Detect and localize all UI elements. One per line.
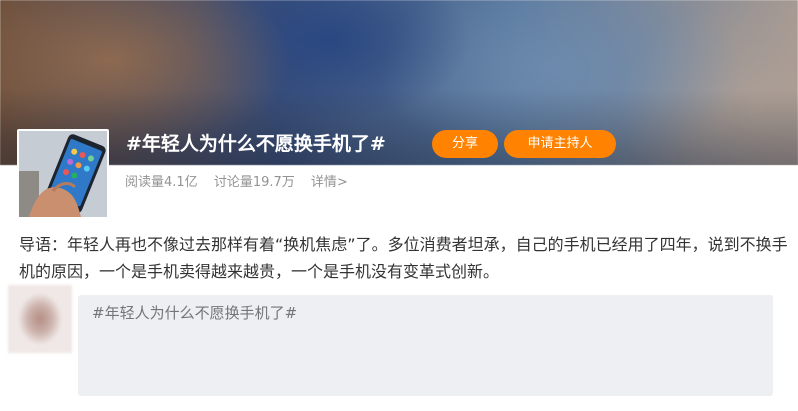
topic-title: #年轻人为什么不愿换手机了# bbox=[126, 133, 386, 155]
topic-stats: 阅读量4.1亿 讨论量19.7万 详情> bbox=[125, 173, 360, 193]
discussion-count: 讨论量19.7万 bbox=[213, 175, 295, 190]
share-button[interactable]: 分享 bbox=[432, 130, 498, 158]
phone-in-hand-icon bbox=[19, 131, 107, 217]
read-count: 阅读量4.1亿 bbox=[125, 175, 198, 190]
topic-intro: 导语：年轻人再也不像过去那样有着“换机焦虑”了。多位消费者坦承，自己的手机已经用… bbox=[19, 235, 788, 281]
apply-host-button[interactable]: 申请主持人 bbox=[504, 130, 616, 158]
user-avatar bbox=[8, 285, 72, 353]
banner-shade bbox=[0, 90, 798, 165]
topic-cover-image bbox=[17, 129, 109, 219]
post-composer-input[interactable]: #年轻人为什么不愿换手机了# bbox=[78, 295, 773, 396]
composer-text: #年轻人为什么不愿换手机了# bbox=[92, 304, 298, 322]
detail-link[interactable]: 详情> bbox=[311, 175, 348, 190]
topic-page: #年轻人为什么不愿换手机了# 分享 申请主持人 阅读量4.1亿 讨论量19.7万… bbox=[0, 0, 798, 411]
